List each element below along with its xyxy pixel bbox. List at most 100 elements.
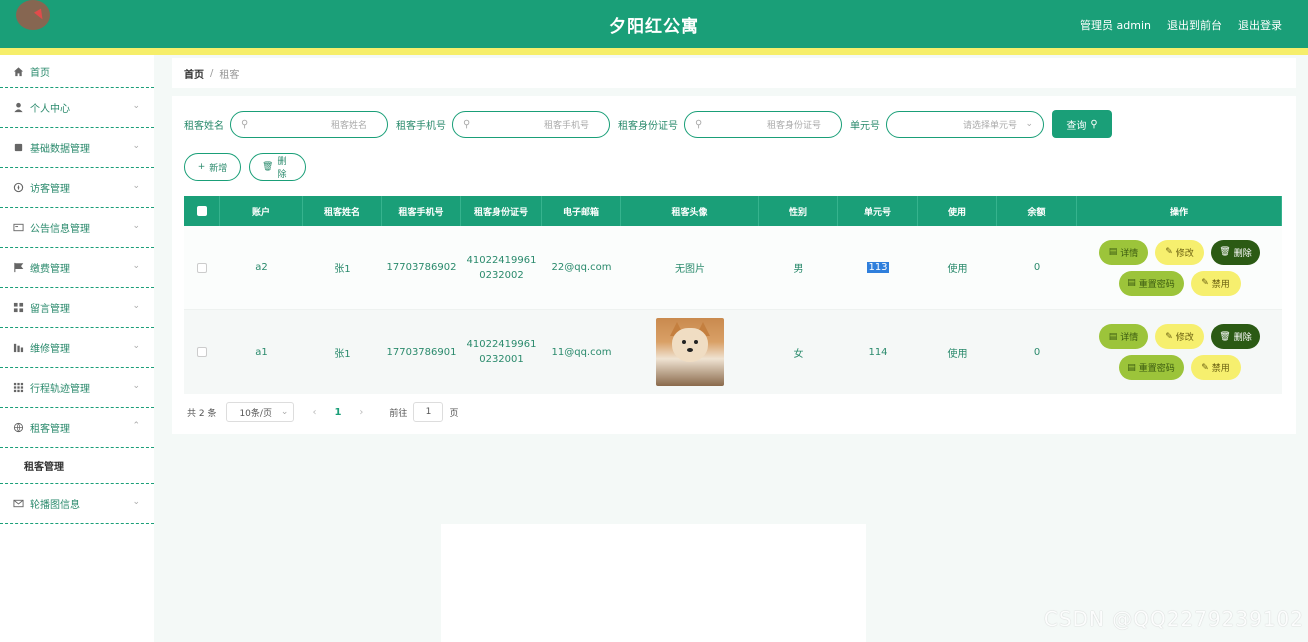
sidebar-item-home[interactable]: 首页 — [0, 55, 154, 88]
ban-button[interactable]: ✎ 禁用 — [1190, 355, 1241, 380]
total-count: 共 2 条 — [187, 408, 217, 419]
select-all-checkbox[interactable] — [196, 206, 207, 216]
sidebar-item-personal-center[interactable]: 个人中心 ⌄ — [0, 88, 154, 128]
edit-label: 修改 — [1175, 248, 1194, 259]
delete-button[interactable]: 🗑 删除 — [249, 153, 306, 181]
unit-select[interactable]: 请选择单元号 ⌄ — [886, 110, 1044, 138]
sidebar-item-repairs[interactable]: 维修管理 ⌄ — [0, 328, 154, 368]
sidebar-subitem-tenant-management[interactable]: 租客管理 — [0, 448, 154, 484]
placeholder: 租客手机号 — [543, 120, 589, 131]
idcard-line: 41022419961 — [466, 254, 537, 266]
reset-password-button[interactable]: ▤ 重置密码 — [1118, 270, 1184, 296]
chevron-down-icon: ⌄ — [132, 381, 140, 391]
top-header: 夕阳红公寓 管理员 admin 退出到前台 退出登录 — [0, 0, 1308, 48]
breadcrumb-home[interactable]: 首页 — [184, 66, 204, 81]
page-number[interactable]: 1 — [334, 407, 341, 418]
compass-icon — [12, 182, 24, 194]
sidebar-item-basic-data[interactable]: 基础数据管理 ⌄ — [0, 128, 154, 168]
chevron-up-icon: ⌃ — [132, 421, 140, 431]
placeholder: 租客姓名 — [330, 120, 367, 131]
reset-password-button[interactable]: ▤ 重置密码 — [1118, 355, 1184, 380]
grid-icon — [12, 302, 24, 314]
account-cell: a1 — [255, 346, 268, 358]
ops-cell: ▤ 详情 ✎ 修改 🗑 删除 ▤ 重置密码 ✎ 禁用 — [1077, 310, 1282, 394]
globe-icon — [12, 422, 24, 434]
sidebar-item-messages[interactable]: 留言管理 ⌄ — [0, 288, 154, 328]
chevron-down-icon: ⌄ — [280, 407, 289, 417]
sidebar-item-visitors[interactable]: 访客管理 ⌄ — [0, 168, 154, 208]
ops-line: ▤ 重置密码 ✎ 禁用 — [1118, 355, 1241, 380]
gender-cell: 女 — [793, 348, 804, 360]
edit-button[interactable]: ✎ 修改 — [1155, 324, 1204, 349]
tenant-avatar-image[interactable] — [656, 318, 724, 386]
query-button[interactable]: 查询 ⚲ — [1052, 110, 1112, 138]
balance-cell: 0 — [1033, 346, 1041, 358]
column-header: 使用 — [918, 196, 997, 226]
page-size-select[interactable]: 10条/页 ⌄ — [226, 402, 295, 422]
column-header: 电子邮箱 — [542, 196, 621, 226]
name-cell: 张1 — [334, 348, 351, 360]
tenant-phone-input[interactable]: ⚲ 租客手机号 — [452, 110, 610, 138]
chevron-down-icon: ⌄ — [132, 101, 140, 111]
watermark: CSDN @QQ2279239102 — [1043, 607, 1304, 631]
main-panel: 租客姓名 ⚲ 租客姓名 租客手机号 ⚲ 租客手机号 租客身份证号 ⚲ 租客身份证… — [172, 96, 1296, 434]
delete-button[interactable]: 🗑 删除 — [1211, 239, 1260, 265]
balance-cell: 0 — [1033, 262, 1041, 273]
sidebar-item-label: 行程轨迹管理 — [30, 384, 90, 395]
column-header: 性别 — [759, 196, 838, 226]
delete-button[interactable]: 🗑 删除 — [1211, 324, 1260, 349]
delete-label: 删除 — [1233, 248, 1252, 259]
sidebar-item-label: 个人中心 — [30, 104, 70, 115]
phone-label: 租客手机号 — [396, 120, 446, 132]
breadcrumb-current: 租客 — [219, 69, 240, 81]
column-header: 单元号 — [838, 196, 918, 226]
sidebar-item-label: 公告信息管理 — [30, 224, 90, 235]
goto-page-input[interactable]: 1 — [413, 402, 444, 422]
sidebar-item-carousel[interactable]: 轮播图信息 ⌄ — [0, 484, 154, 524]
query-label: 查询 — [1066, 120, 1087, 132]
page-unit: 页 — [449, 408, 459, 419]
column-header: 租客姓名 — [303, 196, 382, 226]
tenant-idcard-input[interactable]: ⚲ 租客身份证号 — [684, 110, 842, 138]
logout-link[interactable]: 退出登录 — [1238, 17, 1282, 33]
sidebar-item-tenants[interactable]: 租客管理 ⌃ — [0, 408, 154, 448]
trash-icon: 🗑 — [262, 162, 274, 172]
phone-cell: 17703786902 — [386, 262, 457, 273]
tenant-name-input[interactable]: ⚲ 租客姓名 — [230, 110, 388, 138]
sidebar-item-notices[interactable]: 公告信息管理 ⌄ — [0, 208, 154, 248]
sidebar-item-payments[interactable]: 缴费管理 ⌄ — [0, 248, 154, 288]
sidebar-item-label: 访客管理 — [30, 184, 70, 195]
row-checkbox[interactable] — [197, 262, 207, 273]
unit-highlight: 113 — [867, 262, 889, 273]
breadcrumb-separator: / — [210, 67, 214, 79]
idcard-cell: 41022419961 0232002 — [461, 226, 542, 309]
idcard-cell: 41022419961 0232001 — [461, 310, 542, 394]
detail-button[interactable]: ▤ 详情 — [1099, 239, 1148, 265]
breadcrumb: 首页 / 租客 — [172, 58, 1296, 88]
edit-button[interactable]: ✎ 修改 — [1155, 239, 1204, 265]
prev-page-button[interactable]: ‹ — [312, 407, 316, 418]
phone-cell: 17703786901 — [386, 346, 457, 358]
ops-group: ▤ 详情 ✎ 修改 🗑 删除 ▤ 重置密码 ✎ 禁用 — [1099, 239, 1260, 296]
sidebar-item-label: 首页 — [30, 67, 50, 79]
delete-label: 删除 — [277, 157, 287, 180]
trash-icon: 🗑 — [1219, 331, 1231, 342]
column-header: 余额 — [997, 196, 1077, 226]
add-button[interactable]: + 新增 — [184, 153, 241, 181]
next-page-button[interactable]: › — [359, 407, 363, 418]
tenant-table: 账户 租客姓名 租客手机号 租客身份证号 电子邮箱 租客头像 性别 单元号 使用… — [184, 196, 1282, 394]
sidebar-item-label: 基础数据管理 — [30, 144, 90, 155]
chevron-down-icon: ⌄ — [132, 497, 140, 507]
admin-label[interactable]: 管理员 admin — [1080, 17, 1151, 33]
search-icon: ⚲ — [241, 118, 249, 130]
idcard-line: 41022419961 — [466, 339, 537, 350]
account-cell: a2 — [255, 262, 268, 273]
mail-icon — [12, 498, 24, 510]
ban-button[interactable]: ✎ 禁用 — [1190, 270, 1241, 296]
unit-cell: 114 — [868, 346, 888, 358]
exit-to-front-link[interactable]: 退出到前台 — [1167, 17, 1222, 33]
search-icon: ⚲ — [1090, 118, 1098, 130]
detail-button[interactable]: ▤ 详情 — [1099, 324, 1148, 349]
sidebar-item-tracks[interactable]: 行程轨迹管理 ⌄ — [0, 368, 154, 408]
row-checkbox[interactable] — [197, 347, 207, 357]
